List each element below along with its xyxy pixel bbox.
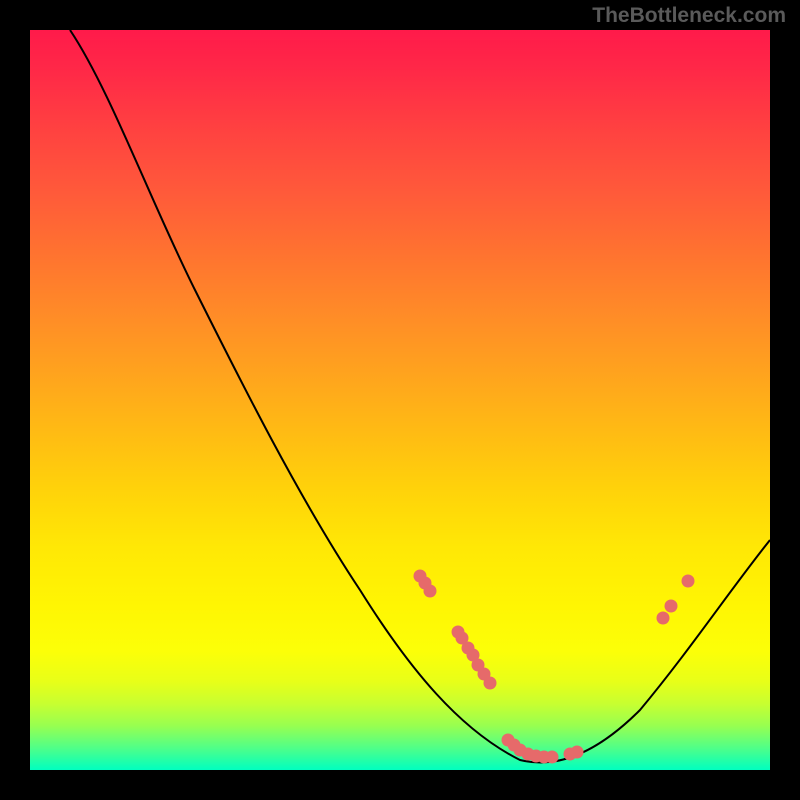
data-point xyxy=(571,746,584,759)
data-point xyxy=(546,751,559,764)
chart-svg xyxy=(30,30,770,770)
data-point xyxy=(665,600,678,613)
data-point xyxy=(682,575,695,588)
data-point xyxy=(484,677,497,690)
watermark-text: TheBottleneck.com xyxy=(592,4,786,28)
plot-area xyxy=(30,30,770,770)
bottleneck-curve xyxy=(70,30,770,763)
data-point xyxy=(657,612,670,625)
marker-group xyxy=(414,570,695,764)
data-point xyxy=(424,585,437,598)
